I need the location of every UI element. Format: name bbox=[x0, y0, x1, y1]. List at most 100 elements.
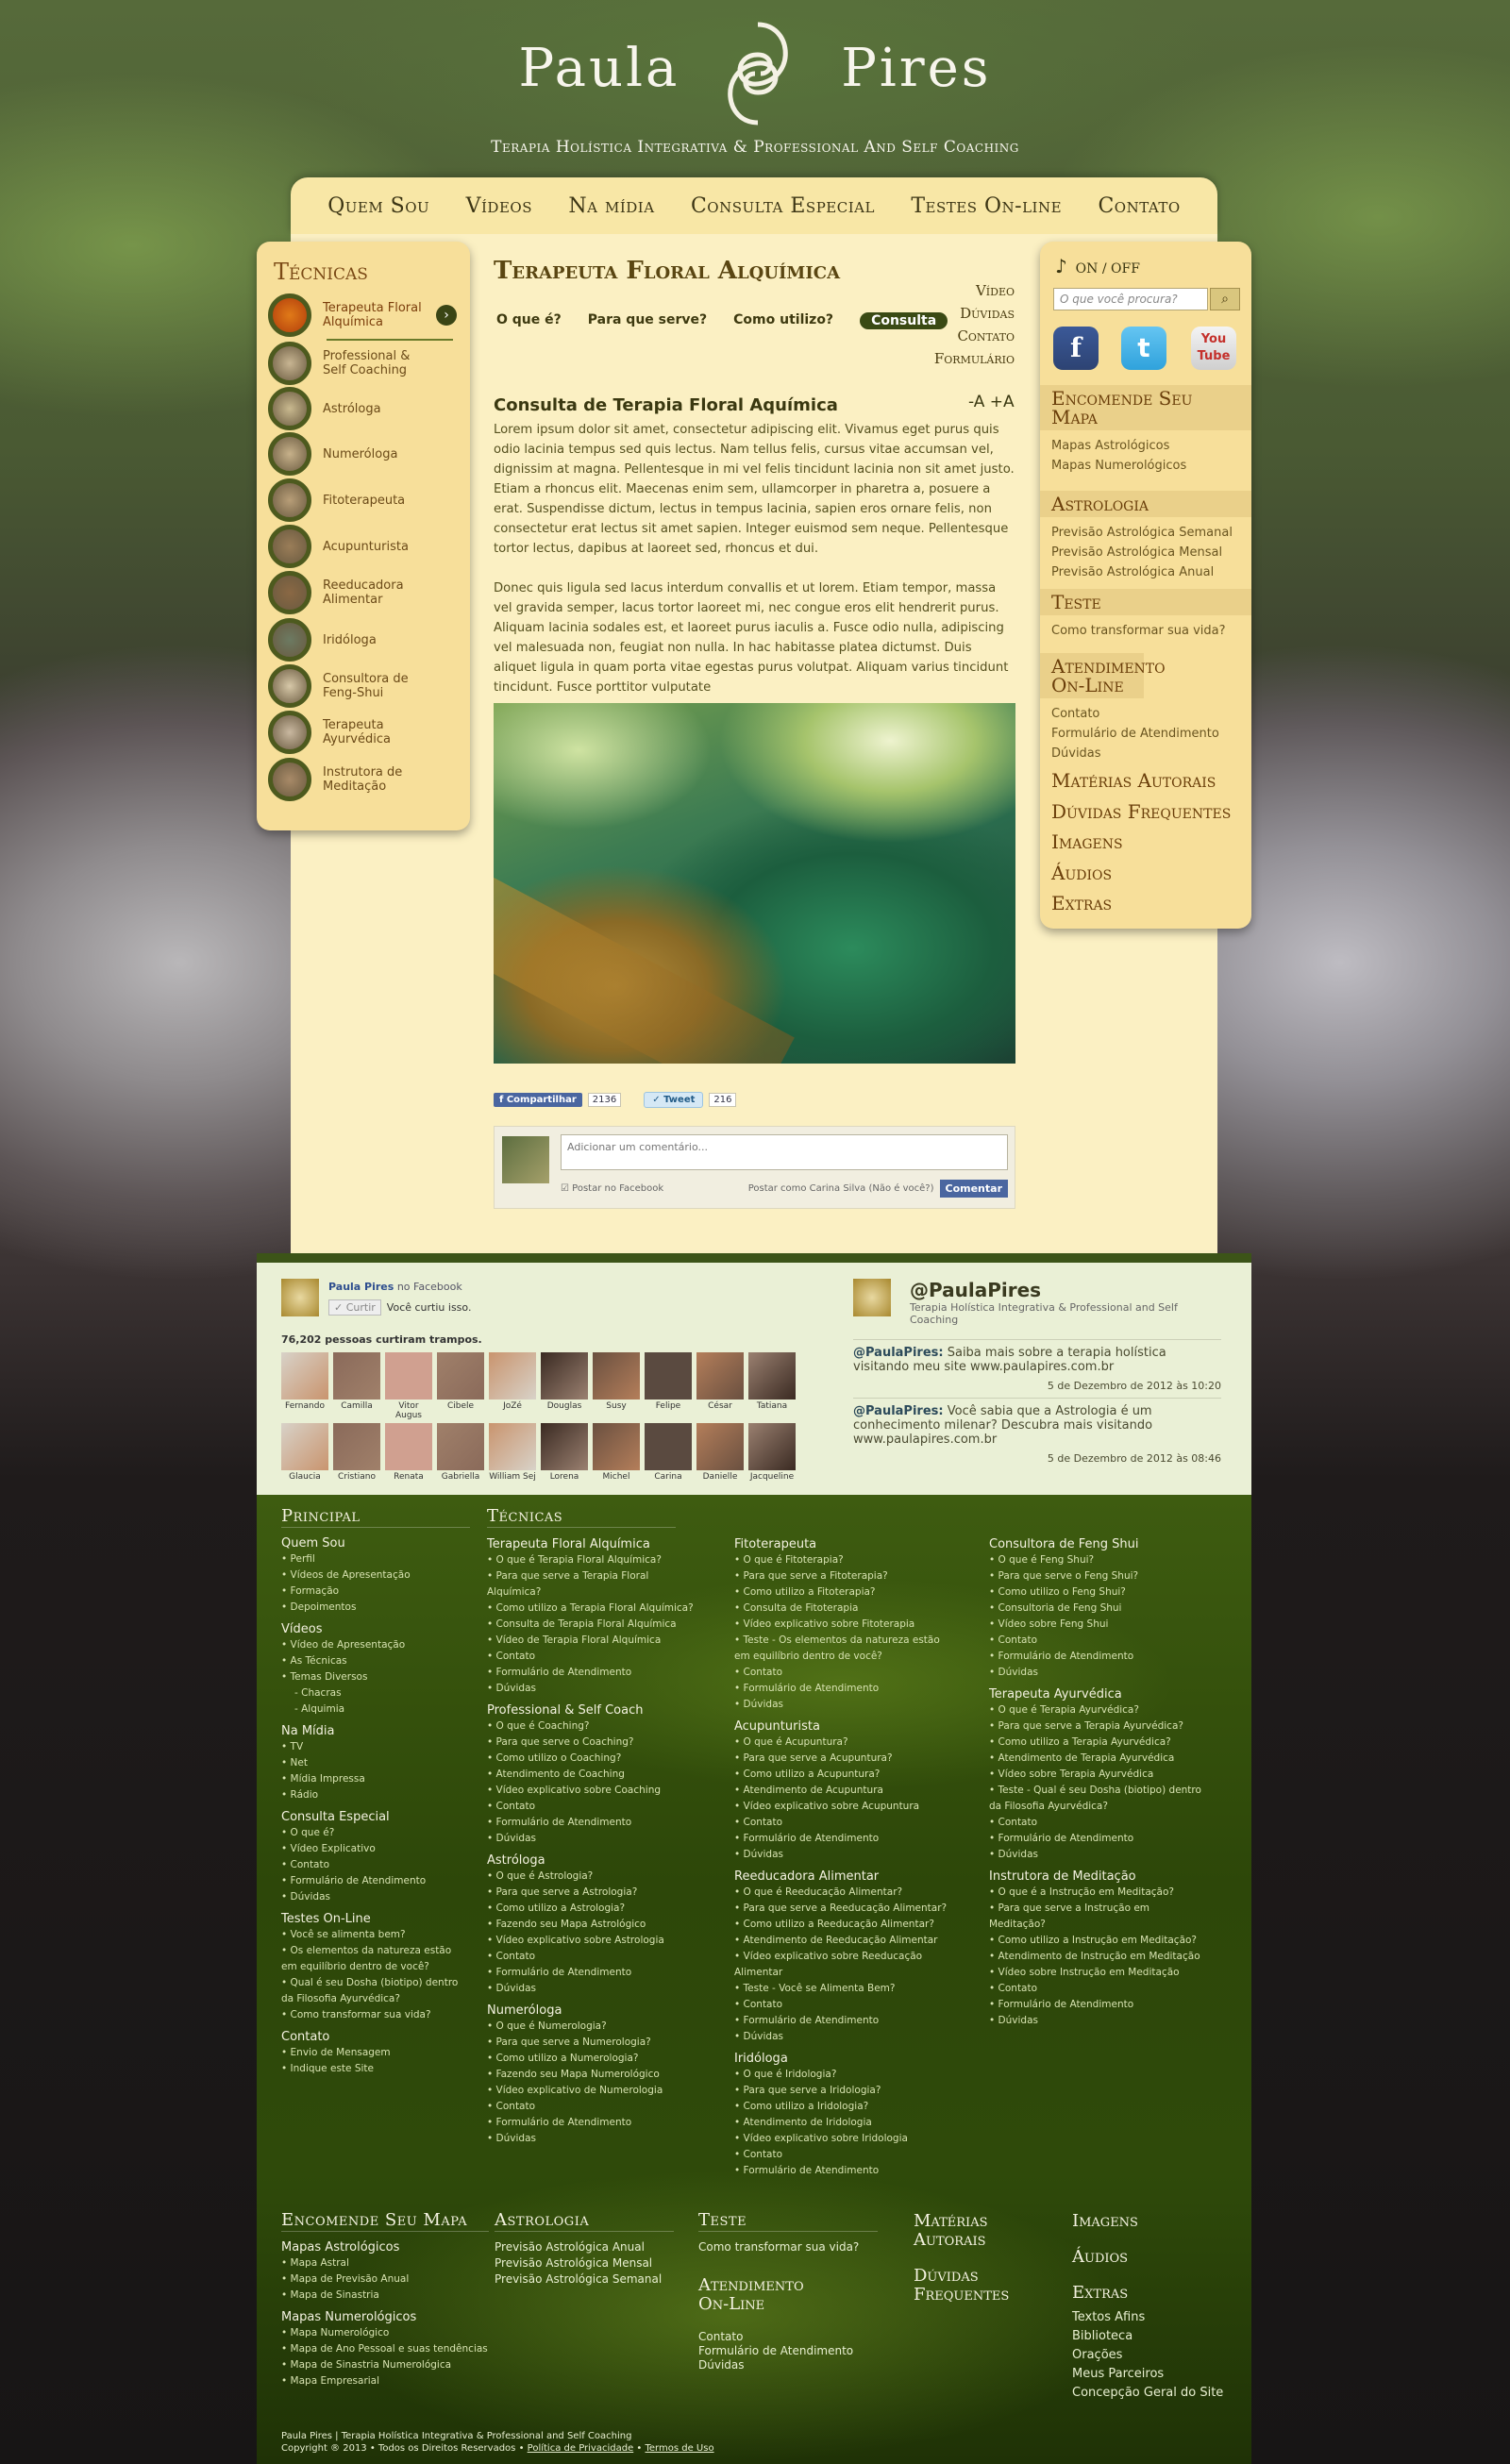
footer-link[interactable]: • Indique este Site bbox=[281, 2061, 470, 2077]
footer-link[interactable]: • Mídia Impressa bbox=[281, 1771, 470, 1787]
footer-link[interactable]: • O que é Numerologia? bbox=[487, 2019, 704, 2035]
footer-link[interactable]: • Formulário de Atendimento bbox=[989, 1649, 1206, 1665]
footer-link[interactable]: • Dúvidas bbox=[734, 2029, 951, 2045]
footer-link[interactable]: • Atendimento de Instrução em Meditação bbox=[989, 1949, 1206, 1965]
footer-link[interactable]: • Formulário de Atendimento bbox=[734, 2163, 951, 2179]
nav-contato[interactable]: Contato bbox=[1098, 194, 1180, 218]
tweet-user[interactable]: @PaulaPires: bbox=[853, 1346, 944, 1360]
facebook-icon[interactable]: f bbox=[1053, 327, 1099, 370]
right-plain-link[interactable]: Extras bbox=[1051, 892, 1112, 914]
footer-link[interactable]: • Atendimento de Acupuntura bbox=[734, 1783, 951, 1799]
footer-link[interactable]: • O que é Reeducação Alimentar? bbox=[734, 1885, 951, 1901]
technique-item[interactable]: Fitoterapeuta bbox=[268, 478, 457, 522]
footer-link[interactable]: • Atendimento de Reeducação Alimentar bbox=[734, 1933, 951, 1949]
footer-link[interactable]: • Contato bbox=[487, 2099, 704, 2115]
footer-link[interactable]: • Dúvidas bbox=[989, 1847, 1206, 1863]
footer-group-title[interactable]: Professional & Self Coach bbox=[487, 1702, 704, 1718]
footer-link[interactable]: • Mapa de Sinastria bbox=[281, 2288, 489, 2304]
footer-link[interactable]: • Formulário de Atendimento bbox=[281, 1873, 470, 1889]
footer-link[interactable]: • Contato bbox=[989, 1815, 1206, 1831]
fan-item[interactable]: Tatiana bbox=[748, 1352, 796, 1411]
right-section-link[interactable]: Contato bbox=[1040, 704, 1251, 724]
footer-link[interactable]: • Formulário de Atendimento bbox=[487, 1815, 704, 1831]
footer-heading[interactable]: Atendimento On-Line bbox=[698, 2276, 821, 2314]
footer-link[interactable]: Previsão Astrológica Mensal bbox=[495, 2255, 674, 2271]
fan-item[interactable]: Danielle bbox=[696, 1423, 744, 1482]
fan-item[interactable]: William Sej bbox=[489, 1423, 536, 1482]
footer-link[interactable]: • O que é Acupuntura? bbox=[734, 1735, 951, 1751]
footer-group-title[interactable]: Iridóloga bbox=[734, 2051, 951, 2067]
footer-sublink[interactable]: - Alquimia bbox=[281, 1701, 470, 1718]
right-section-link[interactable]: Previsão Astrológica Mensal bbox=[1040, 543, 1251, 562]
footer-link[interactable]: • Dúvidas bbox=[734, 1697, 951, 1713]
footer-link[interactable]: • Para que serve a Terapia Floral Alquím… bbox=[487, 1568, 704, 1601]
font-size-controls[interactable]: -A +A bbox=[968, 393, 1015, 411]
fan-item[interactable]: Douglas bbox=[541, 1352, 588, 1411]
footer-link[interactable]: • Como utilizo a Fitoterapia? bbox=[734, 1584, 951, 1601]
footer-link[interactable]: • O que é? bbox=[281, 1825, 470, 1841]
footer-link[interactable]: • Fazendo seu Mapa Numerológico bbox=[487, 2067, 704, 2083]
footer-link[interactable]: • Mapa de Ano Pessoal e suas tendências bbox=[281, 2341, 489, 2357]
tab-para-que-serve[interactable]: Para que serve? bbox=[588, 312, 707, 329]
footer-link[interactable]: • Mapa Empresarial bbox=[281, 2373, 489, 2389]
footer-link[interactable]: • Fazendo seu Mapa Astrológico bbox=[487, 1917, 704, 1933]
footer-link[interactable]: • O que é Terapia Ayurvédica? bbox=[989, 1702, 1206, 1718]
footer-link[interactable]: • Para que serve a Iridologia? bbox=[734, 2083, 951, 2099]
footer-link[interactable]: • Atendimento de Coaching bbox=[487, 1767, 704, 1783]
footer-link[interactable]: • Contato bbox=[989, 1981, 1206, 1997]
footer-group-title[interactable]: Quem Sou bbox=[281, 1535, 470, 1551]
fan-item[interactable]: Cristiano bbox=[333, 1423, 380, 1482]
footer-link[interactable]: Previsão Astrológica Anual bbox=[495, 2239, 674, 2255]
footer-link[interactable]: Dúvidas bbox=[698, 2357, 878, 2373]
fan-item[interactable]: Glaucia bbox=[281, 1423, 328, 1482]
footer-link[interactable]: • Vídeo explicativo de Numerologia bbox=[487, 2083, 704, 2099]
footer-heading[interactable]: Imagens bbox=[1072, 2212, 1242, 2231]
fan-item[interactable]: Gabriella bbox=[437, 1423, 484, 1482]
like-button[interactable]: ✓ Curtir bbox=[328, 1299, 381, 1316]
footer-link[interactable]: • Formulário de Atendimento bbox=[989, 1831, 1206, 1847]
footer-link[interactable]: • Vídeo sobre Instrução em Meditação bbox=[989, 1965, 1206, 1981]
footer-link[interactable]: • Vídeo explicativo sobre Coaching bbox=[487, 1783, 704, 1799]
right-section-link[interactable]: Mapas Numerológicos bbox=[1040, 456, 1251, 476]
footer-link[interactable]: • Os elementos da natureza estão em equi… bbox=[281, 1943, 470, 1975]
nav-na-midia[interactable]: Na mídia bbox=[568, 194, 654, 218]
link-formulario[interactable]: Formulário bbox=[906, 347, 1015, 370]
fan-item[interactable]: Fernando bbox=[281, 1352, 328, 1411]
nav-consulta-especial[interactable]: Consulta Especial bbox=[691, 194, 875, 218]
facebook-share-button[interactable]: f Compartilhar bbox=[494, 1093, 582, 1107]
footer-link[interactable]: • Envio de Mensagem bbox=[281, 2045, 470, 2061]
tweet-user[interactable]: @PaulaPires: bbox=[853, 1404, 944, 1418]
footer-link[interactable]: Concepção Geral do Site bbox=[1072, 2384, 1242, 2403]
fan-item[interactable]: Susy bbox=[593, 1352, 640, 1411]
footer-link[interactable]: • Formulário de Atendimento bbox=[487, 1965, 704, 1981]
footer-link[interactable]: • Você se alimenta bem? bbox=[281, 1927, 470, 1943]
footer-group-title[interactable]: Consultora de Feng Shui bbox=[989, 1536, 1206, 1552]
footer-link[interactable]: • Como utilizo a Acupuntura? bbox=[734, 1767, 951, 1783]
footer-link[interactable]: • Dúvidas bbox=[487, 1981, 704, 1997]
fan-item[interactable]: César bbox=[696, 1352, 744, 1411]
technique-item[interactable]: Terapeuta Floral Alquímica › bbox=[268, 293, 457, 341]
nav-testes-online[interactable]: Testes On-line bbox=[911, 194, 1062, 218]
footer-link[interactable]: • Teste - Os elementos da natureza estão… bbox=[734, 1633, 951, 1665]
footer-link[interactable]: • O que é Iridologia? bbox=[734, 2067, 951, 2083]
footer-group-title[interactable]: Fitoterapeuta bbox=[734, 1536, 951, 1552]
footer-link[interactable]: • Para que serve a Instrução em Meditaçã… bbox=[989, 1901, 1206, 1933]
footer-link[interactable]: • Formulário de Atendimento bbox=[989, 1997, 1206, 2013]
footer-link[interactable]: • Para que serve a Numerologia? bbox=[487, 2035, 704, 2051]
footer-link[interactable]: • Dúvidas bbox=[487, 2131, 704, 2147]
footer-heading[interactable]: Áudios bbox=[1072, 2248, 1242, 2267]
search-input[interactable]: O que você procura? bbox=[1053, 288, 1208, 310]
link-contato[interactable]: Contato bbox=[906, 325, 1015, 347]
post-facebook-checkbox[interactable]: ☑ Postar no Facebook bbox=[561, 1183, 663, 1194]
footer-link[interactable]: • Vídeo Explicativo bbox=[281, 1841, 470, 1857]
footer-link[interactable]: • Formulário de Atendimento bbox=[734, 1681, 951, 1697]
footer-link[interactable]: • Para que serve a Reeducação Alimentar? bbox=[734, 1901, 951, 1917]
right-section-link[interactable]: Mapas Astrológicos bbox=[1040, 436, 1251, 456]
footer-group-title[interactable]: Mapas Numerológicos bbox=[281, 2309, 489, 2325]
footer-link[interactable]: • Para que serve a Acupuntura? bbox=[734, 1751, 951, 1767]
footer-link[interactable]: • Contato bbox=[487, 1949, 704, 1965]
technique-item[interactable]: Terapeuta Ayurvédica bbox=[268, 711, 457, 754]
footer-link[interactable]: • Consultoria de Feng Shui bbox=[989, 1601, 1206, 1617]
footer-link[interactable]: • Como utilizo a Instrução em Meditação? bbox=[989, 1933, 1206, 1949]
fan-item[interactable]: Lorena bbox=[541, 1423, 588, 1482]
